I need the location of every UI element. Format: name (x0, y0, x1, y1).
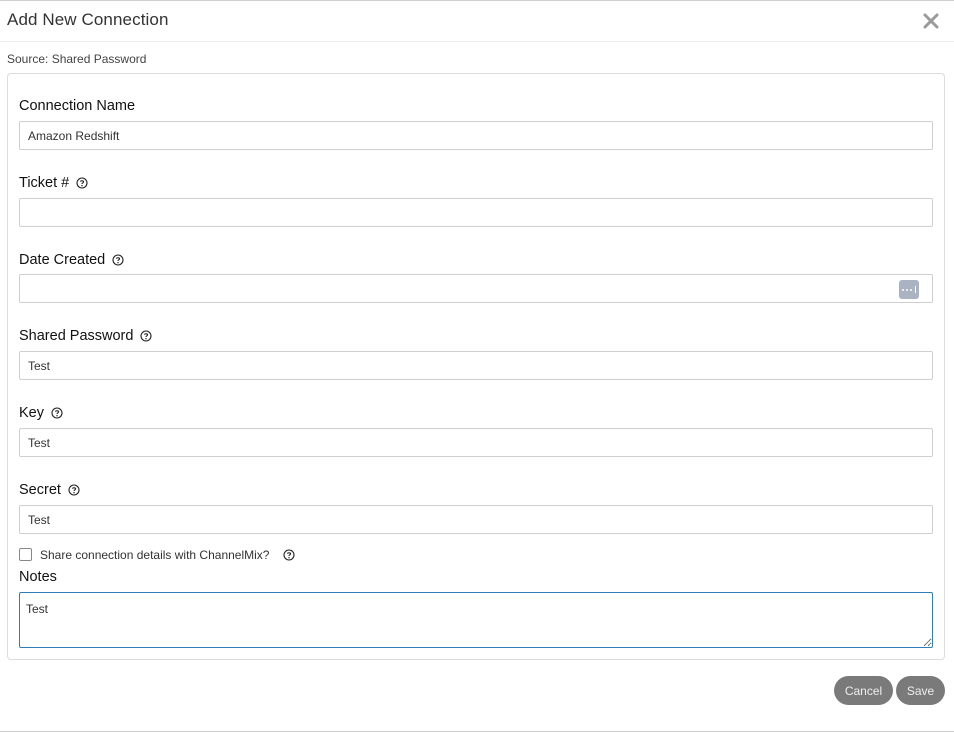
connection-name-label: Connection Name (19, 98, 135, 114)
ticket-label: Ticket # (19, 175, 88, 191)
secret-input[interactable] (19, 505, 933, 534)
secret-label: Secret (19, 482, 80, 498)
shared-password-label: Shared Password (19, 328, 153, 344)
date-picker-button[interactable] (899, 280, 919, 299)
dialog-header: Add New Connection (0, 2, 954, 42)
question-circle-icon[interactable] (140, 330, 153, 342)
ticket-label-text: Ticket # (19, 175, 70, 191)
question-circle-icon[interactable] (68, 484, 80, 496)
ticket-input[interactable] (19, 198, 933, 227)
notes-textarea[interactable]: Test (19, 592, 933, 648)
date-created-label: Date Created (19, 252, 124, 268)
cancel-button[interactable]: Cancel (834, 676, 893, 705)
ellipsis-dot (906, 288, 908, 291)
question-circle-icon[interactable] (51, 407, 63, 419)
close-button[interactable] (918, 8, 944, 34)
shared-password-input[interactable] (19, 351, 933, 380)
save-button[interactable]: Save (896, 676, 945, 705)
question-circle-icon[interactable] (112, 254, 124, 266)
secret-label-text: Secret (19, 482, 61, 498)
key-label-text: Key (19, 405, 44, 421)
ellipsis-dot (910, 288, 912, 291)
share-connection-row: Share connection details with ChannelMix… (19, 547, 296, 562)
question-circle-icon[interactable] (283, 548, 296, 561)
close-icon (923, 13, 939, 29)
key-input[interactable] (19, 428, 933, 457)
add-connection-dialog: Add New Connection Source: Shared Passwo… (0, 0, 954, 732)
connection-name-input[interactable] (19, 121, 933, 150)
share-connection-label[interactable]: Share connection details with ChannelMix… (40, 548, 269, 562)
question-circle-icon[interactable] (76, 177, 88, 189)
share-connection-checkbox[interactable] (19, 548, 32, 561)
shared-password-label-text: Shared Password (19, 328, 134, 344)
key-label: Key (19, 405, 63, 421)
dialog-title: Add New Connection (7, 10, 169, 29)
notes-label-text: Notes (19, 569, 57, 585)
source-label: Source: Shared Password (7, 52, 147, 66)
date-created-input[interactable] (19, 274, 933, 303)
notes-label: Notes (19, 569, 57, 585)
ellipsis-bar (915, 286, 916, 293)
ellipsis-calendar-icon (902, 288, 904, 291)
connection-name-label-text: Connection Name (19, 98, 136, 114)
date-created-label-text: Date Created (19, 252, 106, 268)
